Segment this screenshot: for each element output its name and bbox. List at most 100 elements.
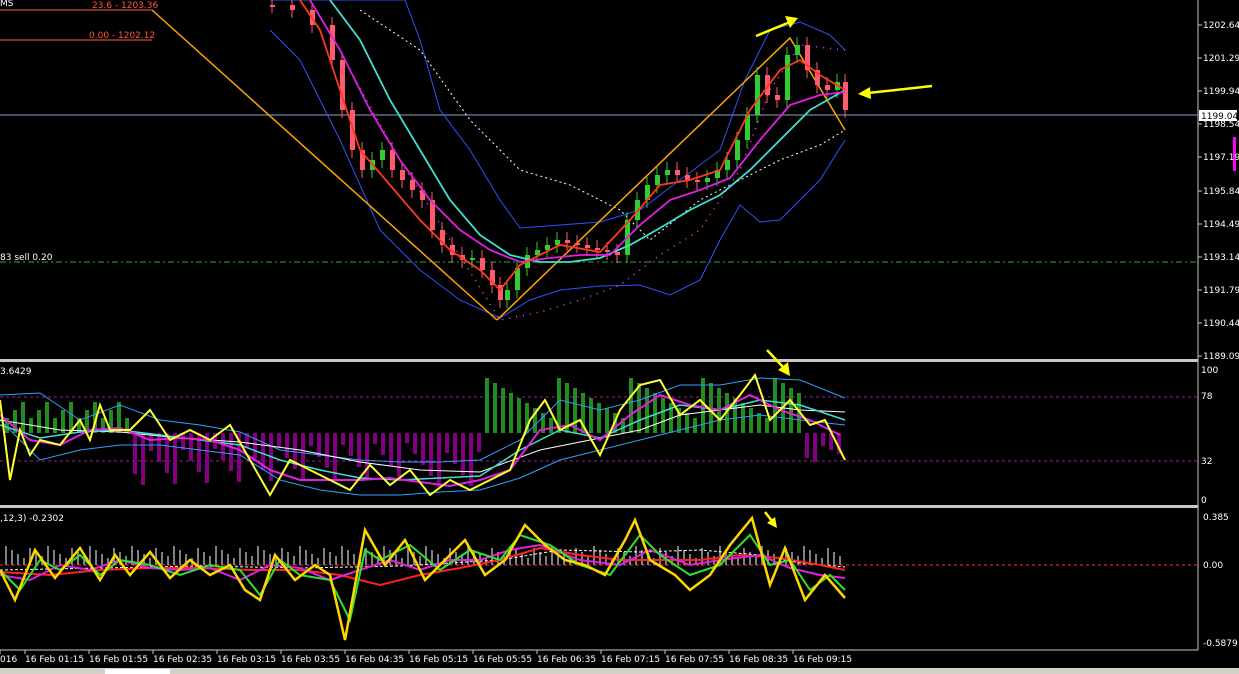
candle-bull[interactable] bbox=[705, 178, 710, 182]
stoch-hist-bar bbox=[61, 410, 65, 433]
stoch-hist-bar bbox=[757, 413, 761, 433]
candle-bull[interactable] bbox=[725, 160, 730, 170]
macd-hist-bar bbox=[545, 556, 547, 565]
time-tick-label: 016 bbox=[0, 655, 17, 665]
macd-hist-bar bbox=[221, 550, 223, 565]
macd-hist-bar bbox=[47, 546, 49, 565]
stoch-hist-bar bbox=[173, 433, 177, 484]
candle-bear[interactable] bbox=[290, 5, 295, 10]
candle-bear[interactable] bbox=[843, 82, 848, 110]
candle-bull[interactable] bbox=[555, 240, 560, 245]
arrow-left-price-head bbox=[858, 87, 871, 99]
macd-hist-bar bbox=[197, 548, 199, 565]
stoch-hist-bar bbox=[189, 433, 193, 461]
stoch-hist-bar bbox=[253, 433, 257, 459]
time-tick-label: 16 Feb 03:55 bbox=[281, 655, 340, 665]
price-tick-label: 1197.19 bbox=[1203, 153, 1239, 163]
macd-hist-bar bbox=[173, 546, 175, 565]
macd-hist-bar bbox=[203, 552, 205, 565]
candle-bear[interactable] bbox=[410, 180, 415, 190]
candle-bull[interactable] bbox=[795, 45, 800, 55]
macd-hist-bar bbox=[11, 550, 13, 565]
price-tick-label: 1190.44 bbox=[1203, 319, 1239, 329]
macd-hist-bar bbox=[737, 558, 739, 565]
candle-bull[interactable] bbox=[755, 75, 760, 115]
macd-panel[interactable]: ,12,3) -0.2302 0.385 0.00 -0.5879 bbox=[0, 513, 1238, 649]
macd-tick-label: 0.00 bbox=[1203, 561, 1223, 571]
candle-bull[interactable] bbox=[735, 140, 740, 160]
stoch-panel[interactable]: 3.6429 100 78 32 0 bbox=[0, 366, 1218, 506]
candle-bull[interactable] bbox=[505, 290, 510, 300]
candle-bull[interactable] bbox=[665, 170, 670, 175]
price-tick-label: 1191.79 bbox=[1203, 286, 1239, 296]
candle-bear[interactable] bbox=[575, 243, 580, 245]
macd-hist-bar bbox=[827, 548, 829, 565]
candle-bull[interactable] bbox=[655, 175, 660, 185]
time-tick-label: 16 Feb 05:55 bbox=[473, 655, 532, 665]
macd-hist-bar bbox=[341, 546, 343, 565]
stoch-hist-bar bbox=[453, 433, 457, 464]
macd-hist-bar bbox=[305, 550, 307, 565]
stoch-hist-bar bbox=[397, 433, 401, 477]
candle-bear[interactable] bbox=[400, 170, 405, 180]
time-tick-label: 16 Feb 04:35 bbox=[345, 655, 404, 665]
macd-hist-bar bbox=[239, 548, 241, 565]
candle-bear[interactable] bbox=[825, 85, 830, 90]
candle-bear[interactable] bbox=[775, 95, 780, 100]
stoch-hist-bar bbox=[229, 433, 233, 471]
panel-separator-1[interactable] bbox=[0, 359, 1198, 362]
stoch-hist-bar bbox=[765, 418, 769, 433]
macd-hist-bar bbox=[395, 554, 397, 565]
arrow-down-macd-head bbox=[767, 517, 777, 528]
stoch-hist-bar bbox=[285, 433, 289, 458]
macd-hist-bar bbox=[23, 558, 25, 565]
candle-bear[interactable] bbox=[695, 180, 700, 182]
order-line-label: 83 sell 0.20 bbox=[0, 253, 53, 263]
time-tick-label: 16 Feb 03:15 bbox=[217, 655, 276, 665]
candle-bear[interactable] bbox=[675, 170, 680, 175]
macd-hist-bar bbox=[335, 556, 337, 565]
panel-separator-2[interactable] bbox=[0, 505, 1198, 508]
stoch-hist-bar bbox=[597, 403, 601, 433]
stoch-hist-bar bbox=[445, 433, 449, 453]
time-tick-label: 16 Feb 09:15 bbox=[793, 655, 852, 665]
window-caption-fragment: MS bbox=[0, 0, 14, 9]
stoch-hist-bar bbox=[37, 410, 41, 433]
stoch-hist-bar bbox=[813, 433, 817, 462]
price-tick-label: 1189.09 bbox=[1203, 352, 1239, 362]
candle-bear[interactable] bbox=[565, 240, 570, 243]
macd-hist-bar bbox=[635, 546, 637, 565]
macd-hist-bar bbox=[53, 550, 55, 565]
price-tick-label: 1198.54 bbox=[1203, 120, 1239, 130]
chart-tab[interactable] bbox=[105, 669, 170, 674]
stoch-hist-bar bbox=[21, 402, 25, 433]
candle-bear[interactable] bbox=[480, 258, 485, 270]
ma-dotted-magenta bbox=[349, 44, 846, 321]
macd-hist-bar bbox=[179, 550, 181, 565]
candle-bull[interactable] bbox=[380, 150, 385, 160]
arrow-left-price bbox=[867, 84, 933, 95]
candle-bull[interactable] bbox=[545, 245, 550, 250]
trading-chart[interactable]: 23.6 - 1203.36 0.00 - 1202.12 MS 83 sell… bbox=[0, 0, 1239, 674]
candle-bull[interactable] bbox=[535, 250, 540, 255]
candle-bear[interactable] bbox=[595, 248, 600, 250]
candle-bear[interactable] bbox=[585, 245, 590, 248]
stoch-tick-label: 0 bbox=[1201, 496, 1207, 506]
candle-bear[interactable] bbox=[615, 252, 620, 255]
candle-bull[interactable] bbox=[785, 55, 790, 100]
stoch-tick-label: 32 bbox=[1201, 457, 1212, 467]
stoch-hist-bar bbox=[485, 378, 489, 433]
time-tick-label: 16 Feb 01:15 bbox=[25, 655, 84, 665]
candle-bear[interactable] bbox=[270, 5, 275, 7]
candle-bull[interactable] bbox=[470, 258, 475, 260]
fib-lines[interactable]: 23.6 - 1203.36 0.00 - 1202.12 MS bbox=[0, 0, 158, 41]
macd-hist-bar bbox=[755, 556, 757, 565]
stoch-hist-bar bbox=[221, 433, 225, 460]
candle-bear[interactable] bbox=[330, 25, 335, 60]
macd-hist-bar bbox=[95, 550, 97, 565]
macd-hist-bar bbox=[269, 554, 271, 565]
macd-hist-bar bbox=[215, 546, 217, 565]
macd-hist-bar bbox=[227, 554, 229, 565]
candle-bear[interactable] bbox=[390, 150, 395, 170]
candle-bear[interactable] bbox=[605, 250, 610, 252]
